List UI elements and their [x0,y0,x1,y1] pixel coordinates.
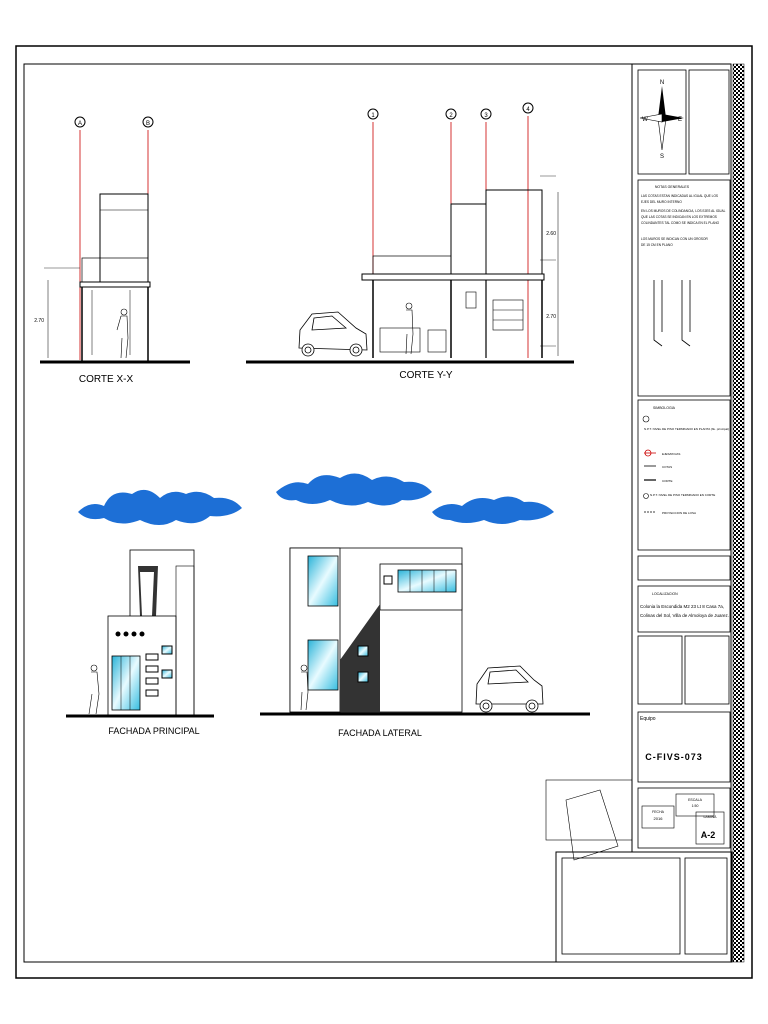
svg-text:E: E [678,117,682,123]
corte-yy-title: CORTE Y-Y [399,370,452,381]
svg-text:A: A [78,121,82,127]
svg-text:2.70: 2.70 [546,314,556,320]
svg-text:EJES DEL MURO INTERNO: EJES DEL MURO INTERNO [641,200,682,204]
svg-text:S: S [660,154,664,160]
svg-text:LOCALIZACION: LOCALIZACION [652,592,678,596]
svg-text:2.60: 2.60 [546,231,556,237]
svg-text:LAMINA: LAMINA [703,815,717,819]
svg-text:DE 15 CM EN PLANO: DE 15 CM EN PLANO [641,243,673,247]
corte-yy-drawing: 1 2 3 4 2.60 2.70 CORTE Y-Y [246,102,574,381]
team-code: C-FIVS-073 [645,752,703,762]
svg-text:1:50: 1:50 [692,804,699,808]
svg-text:Colonia la Escondida M2 23 Lt: Colonia la Escondida M2 23 Lt 8 Casa 7a, [640,604,724,609]
svg-text:W: W [642,117,648,123]
corte-xx-title: CORTE X-X [79,374,134,385]
svg-text:EN LOS MUROS DE COLINDANCIA, L: EN LOS MUROS DE COLINDANCIA, LOS EJES AL… [641,209,726,213]
svg-text:CORTE: CORTE [662,479,672,483]
compass-icon: N S W E [639,80,684,160]
svg-text:2016: 2016 [654,816,664,821]
sheet-number: A-2 [701,830,716,840]
svg-text:FECHA: FECHA [652,810,665,814]
svg-text:COLINDANTES TAL COMO SE INDICA: COLINDANTES TAL COMO SE INDICA EN EL PLA… [641,221,720,225]
svg-text:QUE LAS COTAS SE INDICAN EN LO: QUE LAS COTAS SE INDICAN EN LOS EXTREMOS [641,215,717,219]
svg-text:2.70: 2.70 [34,318,44,324]
title-block: N S W E NOTAS GENERALES LAS COTAS ESTAN … [555,69,733,963]
hatched-border [732,63,745,963]
svg-text:SIMBOLOGIA: SIMBOLOGIA [653,406,676,410]
svg-text:B: B [146,121,150,127]
svg-text:EJES/ROJAS: EJES/ROJAS [662,452,680,456]
svg-text:LAS COTAS ESTAN INDICADAS AL I: LAS COTAS ESTAN INDICADAS AL IGUAL QUE L… [641,194,718,198]
fachada-lateral-drawing: FACHADA LATERAL [260,547,590,738]
stamp-outline [545,779,633,861]
svg-text:Equipo: Equipo [640,716,656,722]
architectural-drawing-sheet: A B 2.70 CORTE X-X 1 2 3 4 2.60 2.70 COR… [15,45,753,979]
svg-text:PROYECCION DE LOSA: PROYECCION DE LOSA [662,511,696,515]
svg-text:N: N [660,80,664,86]
fachada-principal-drawing: FACHADA PRINCIPAL [66,549,214,736]
svg-text:N.P.T. NIVEL DE PISO TERMINADO: N.P.T. NIVEL DE PISO TERMINADO EN PLANTA… [644,427,729,431]
svg-text:ESCALA: ESCALA [688,798,702,802]
fachada-lateral-title: FACHADA LATERAL [338,728,422,738]
corte-xx-drawing: A B 2.70 CORTE X-X [34,116,190,385]
svg-text:Colinas del Sol, Villa de Almo: Colinas del Sol, Villa de Almoloya de Ju… [640,613,729,618]
svg-text:NOTAS GENERALES: NOTAS GENERALES [655,185,690,189]
sky-decoration [78,473,554,525]
svg-text:N.P.T. NIVEL DE PISO TERMINADO: N.P.T. NIVEL DE PISO TERMINADO EN CORTE [650,493,715,497]
fachada-principal-title: FACHADA PRINCIPAL [108,726,199,736]
svg-text:LOS MUROS SE INDICAN CON UN GR: LOS MUROS SE INDICAN CON UN GROSOR [641,237,708,241]
svg-text:COTAS: COTAS [662,465,672,469]
